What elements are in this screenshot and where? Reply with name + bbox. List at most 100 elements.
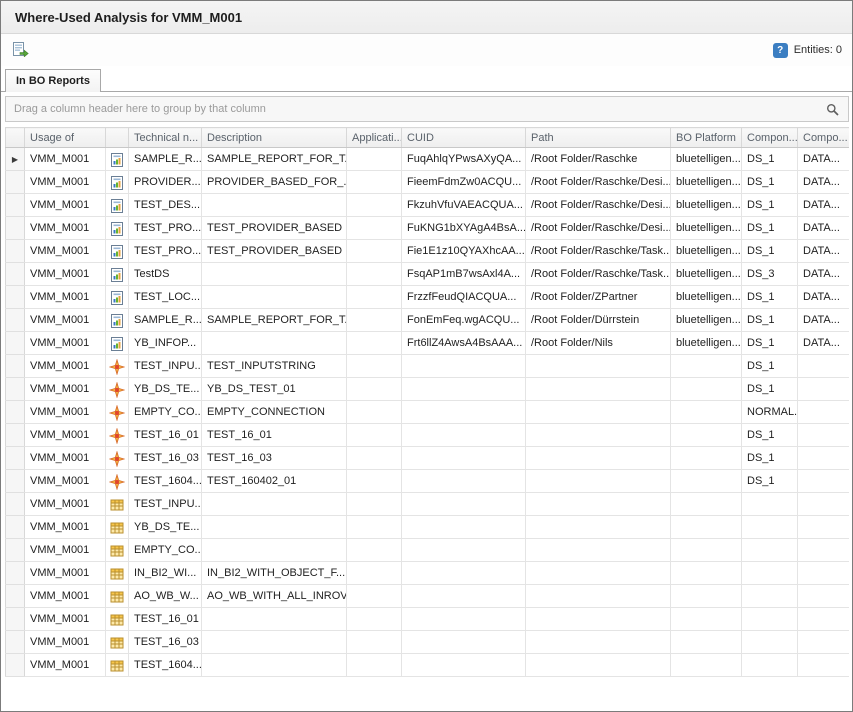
cell-icon[interactable] <box>106 516 129 539</box>
cell-technical[interactable]: TestDS <box>129 263 202 286</box>
cell-usage[interactable]: VMM_M001 <box>25 194 106 217</box>
cell-icon[interactable] <box>106 539 129 562</box>
cell-usage[interactable]: VMM_M001 <box>25 447 106 470</box>
cell-application[interactable] <box>347 539 402 562</box>
cell-application[interactable] <box>347 332 402 355</box>
cell-description[interactable]: AO_WB_WITH_ALL_INROV <box>202 585 347 608</box>
cell-technical[interactable]: TEST_DES... <box>129 194 202 217</box>
cell-description[interactable] <box>202 493 347 516</box>
cell-icon[interactable] <box>106 355 129 378</box>
cell-application[interactable] <box>347 585 402 608</box>
table-row[interactable]: VMM_M001 YB_DS_TE... <box>6 516 850 539</box>
cell-icon[interactable] <box>106 631 129 654</box>
cell-cuid[interactable] <box>402 378 526 401</box>
cell-application[interactable] <box>347 493 402 516</box>
cell-usage[interactable]: VMM_M001 <box>25 516 106 539</box>
cell-platform[interactable] <box>671 424 742 447</box>
cell-cuid[interactable]: FieemFdmZw0ACQU... <box>402 171 526 194</box>
table-row[interactable]: VMM_M001 TEST_INPU...TEST_INPUTSTRINGDS_… <box>6 355 850 378</box>
cell-usage[interactable]: VMM_M001 <box>25 608 106 631</box>
cell-description[interactable]: TEST_PROVIDER_BASED <box>202 240 347 263</box>
cell-component_type[interactable] <box>798 585 850 608</box>
table-row[interactable]: VMM_M001 TEST_INPU... <box>6 493 850 516</box>
cell-application[interactable] <box>347 217 402 240</box>
cell-path[interactable] <box>526 378 671 401</box>
table-row[interactable]: VMM_M001 TEST_16_01 <box>6 608 850 631</box>
cell-component_type[interactable] <box>798 470 850 493</box>
row-indicator[interactable] <box>6 217 25 240</box>
row-indicator[interactable] <box>6 654 25 677</box>
cell-technical[interactable]: TEST_16_01 <box>129 608 202 631</box>
cell-application[interactable] <box>347 194 402 217</box>
cell-description[interactable] <box>202 516 347 539</box>
table-row[interactable]: VMM_M001 TEST_LOC...FrzzfFeudQIACQUA.../… <box>6 286 850 309</box>
row-indicator[interactable] <box>6 378 25 401</box>
cell-platform[interactable]: bluetelligen... <box>671 286 742 309</box>
cell-path[interactable]: /Root Folder/Raschke <box>526 148 671 171</box>
cell-component_type[interactable] <box>798 654 850 677</box>
cell-usage[interactable]: VMM_M001 <box>25 286 106 309</box>
cell-path[interactable] <box>526 401 671 424</box>
cell-component[interactable]: DS_1 <box>742 470 798 493</box>
cell-component_type[interactable]: DATA... <box>798 194 850 217</box>
cell-component[interactable] <box>742 631 798 654</box>
cell-usage[interactable]: VMM_M001 <box>25 148 106 171</box>
cell-component[interactable]: DS_1 <box>742 355 798 378</box>
column-header-cuid[interactable]: CUID <box>402 128 526 148</box>
cell-component[interactable]: DS_1 <box>742 171 798 194</box>
cell-component_type[interactable] <box>798 447 850 470</box>
cell-path[interactable]: /Root Folder/Dürrstein <box>526 309 671 332</box>
row-indicator[interactable] <box>6 631 25 654</box>
cell-component_type[interactable] <box>798 378 850 401</box>
cell-icon[interactable] <box>106 286 129 309</box>
cell-platform[interactable] <box>671 516 742 539</box>
cell-component_type[interactable]: DATA... <box>798 148 850 171</box>
cell-cuid[interactable]: FrzzfFeudQIACQUA... <box>402 286 526 309</box>
cell-cuid[interactable] <box>402 401 526 424</box>
table-row[interactable]: VMM_M001 TEST_PRO...TEST_PROVIDER_BASEDF… <box>6 240 850 263</box>
cell-path[interactable] <box>526 447 671 470</box>
cell-platform[interactable] <box>671 631 742 654</box>
row-indicator[interactable] <box>6 516 25 539</box>
cell-icon[interactable] <box>106 608 129 631</box>
cell-icon[interactable] <box>106 424 129 447</box>
cell-usage[interactable]: VMM_M001 <box>25 309 106 332</box>
cell-platform[interactable] <box>671 654 742 677</box>
row-indicator[interactable] <box>6 286 25 309</box>
group-by-bar[interactable]: Drag a column header here to group by th… <box>5 96 849 122</box>
cell-description[interactable] <box>202 263 347 286</box>
cell-application[interactable] <box>347 378 402 401</box>
cell-technical[interactable]: AO_WB_W... <box>129 585 202 608</box>
cell-application[interactable] <box>347 309 402 332</box>
cell-technical[interactable]: TEST_INPU... <box>129 493 202 516</box>
column-header-component[interactable]: Compon... <box>742 128 798 148</box>
cell-usage[interactable]: VMM_M001 <box>25 240 106 263</box>
row-indicator[interactable] <box>6 608 25 631</box>
row-indicator[interactable] <box>6 194 25 217</box>
cell-icon[interactable] <box>106 332 129 355</box>
row-indicator[interactable] <box>6 470 25 493</box>
row-indicator[interactable] <box>6 355 25 378</box>
cell-description[interactable] <box>202 194 347 217</box>
table-row[interactable]: VMM_M001 TEST_PRO...TEST_PROVIDER_BASEDF… <box>6 217 850 240</box>
column-header-usage[interactable]: Usage of <box>25 128 106 148</box>
cell-description[interactable] <box>202 654 347 677</box>
cell-cuid[interactable]: Fie1E1z10QYAXhcAA... <box>402 240 526 263</box>
table-row[interactable]: VMM_M001 TestDSFsqAP1mB7wsAxl4A.../Root … <box>6 263 850 286</box>
cell-usage[interactable]: VMM_M001 <box>25 585 106 608</box>
table-row[interactable]: VMM_M001 EMPTY_CO...EMPTY_CONNECTIONNORM… <box>6 401 850 424</box>
cell-technical[interactable]: EMPTY_CO... <box>129 401 202 424</box>
cell-path[interactable]: /Root Folder/Raschke/Desi... <box>526 217 671 240</box>
cell-technical[interactable]: SAMPLE_R... <box>129 148 202 171</box>
cell-component[interactable] <box>742 493 798 516</box>
cell-application[interactable] <box>347 654 402 677</box>
cell-component[interactable]: DS_1 <box>742 148 798 171</box>
cell-icon[interactable] <box>106 447 129 470</box>
cell-platform[interactable] <box>671 608 742 631</box>
cell-technical[interactable]: YB_INFOP... <box>129 332 202 355</box>
cell-platform[interactable]: bluetelligen... <box>671 217 742 240</box>
cell-description[interactable]: EMPTY_CONNECTION <box>202 401 347 424</box>
cell-technical[interactable]: TEST_16_03 <box>129 447 202 470</box>
cell-description[interactable]: YB_DS_TEST_01 <box>202 378 347 401</box>
cell-description[interactable]: SAMPLE_REPORT_FOR_T... <box>202 148 347 171</box>
